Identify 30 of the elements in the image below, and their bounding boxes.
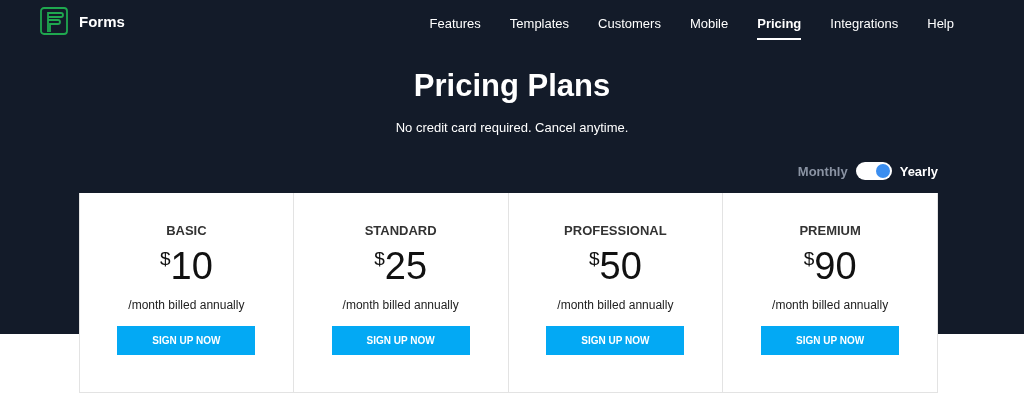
nav-link[interactable]: Help xyxy=(927,2,954,40)
billing-period: /month billed annually xyxy=(128,298,245,312)
nav-link[interactable]: Integrations xyxy=(830,2,899,40)
monthly-label: Monthly xyxy=(797,163,848,179)
nav-link[interactable]: Pricing xyxy=(757,2,802,40)
currency-symbol: $ xyxy=(374,248,385,269)
forms-logo-icon xyxy=(40,7,68,35)
plan-price: 25 xyxy=(384,244,428,288)
plan-name: BASIC xyxy=(166,223,207,238)
currency-symbol: $ xyxy=(159,248,171,269)
nav-link[interactable]: Templates xyxy=(509,2,570,40)
plan-name: PREMIUM xyxy=(799,223,861,238)
nav-link[interactable]: Customers xyxy=(598,2,661,40)
plan-price: 50 xyxy=(599,244,642,288)
yearly-label: Yearly xyxy=(899,163,938,179)
currency-symbol: $ xyxy=(803,248,815,269)
nav-link[interactable]: Features xyxy=(429,2,481,40)
plan-name: STANDARD xyxy=(364,223,437,238)
page-title: Pricing Plans xyxy=(412,68,612,104)
billing-period: /month billed annually xyxy=(557,298,674,312)
nav-link[interactable]: Mobile xyxy=(689,2,729,40)
plan-price: 10 xyxy=(170,244,213,288)
plan-name: PROFESSIONAL xyxy=(564,223,667,238)
page-subtitle: No credit card required. Cancel anytime. xyxy=(394,120,630,135)
currency-symbol: $ xyxy=(588,248,600,269)
billing-period: /month billed annually xyxy=(772,298,889,312)
brand-name: Forms xyxy=(79,12,125,30)
plan-price: 90 xyxy=(814,244,857,288)
billing-toggle[interactable] xyxy=(855,162,892,180)
billing-period: /month billed annually xyxy=(342,298,459,312)
